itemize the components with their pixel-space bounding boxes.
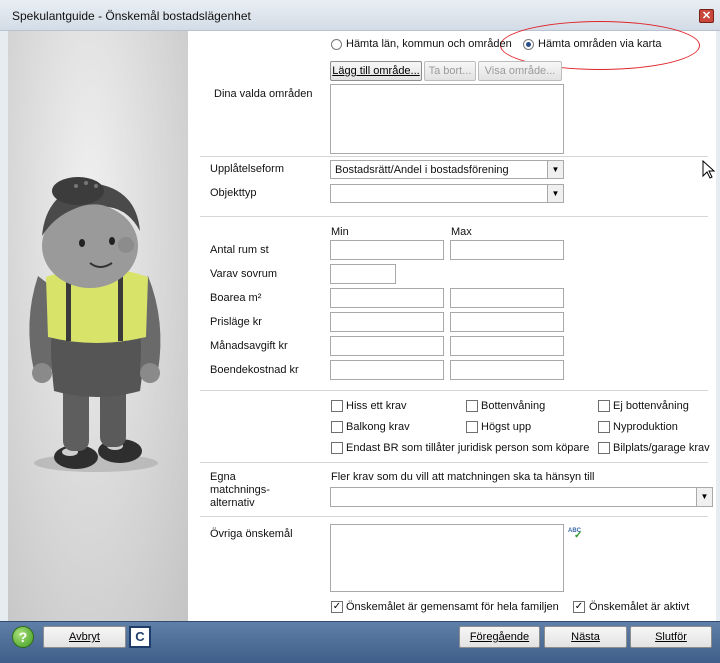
family-checkbox[interactable]: ✓ xyxy=(331,601,343,613)
finish-button[interactable]: Slutför xyxy=(630,626,712,648)
juridisk-person-label[interactable]: Endast BR som tillåter juridisk person s… xyxy=(346,442,589,454)
toy-figure-illustration xyxy=(29,177,161,472)
next-button[interactable]: Nästa xyxy=(544,626,627,648)
boarea-min-input[interactable] xyxy=(330,288,444,308)
objekttyp-select[interactable]: ▼ xyxy=(330,184,564,203)
bilplats-checkbox[interactable] xyxy=(598,442,610,454)
nyproduktion-checkbox[interactable] xyxy=(598,421,610,433)
active-label[interactable]: Önskemålet är aktivt xyxy=(589,601,689,613)
separator xyxy=(200,390,708,391)
manadsavgift-label: Månadsavgift kr xyxy=(210,340,288,352)
mouse-cursor-icon xyxy=(702,160,716,179)
window-border-left xyxy=(0,31,8,621)
prislage-label: Prisläge kr xyxy=(210,316,262,328)
boendekostnad-max-input[interactable] xyxy=(450,360,564,380)
nyproduktion-label[interactable]: Nyproduktion xyxy=(613,421,678,433)
window-title: Spekulantguide - Önskemål bostadslägenhe… xyxy=(12,9,251,23)
checkmark-icon: ✓ xyxy=(332,601,342,612)
close-icon[interactable]: ✕ xyxy=(699,9,714,23)
cancel-button[interactable]: Avbryt xyxy=(43,626,126,648)
separator xyxy=(200,462,708,463)
upplatelseform-value: Bostadsrätt/Andel i bostadsförening xyxy=(335,164,509,176)
bilplats-label[interactable]: Bilplats/garage krav xyxy=(613,442,710,454)
separator xyxy=(200,156,708,157)
radio-hamta-karta[interactable] xyxy=(523,39,534,50)
remove-area-button[interactable]: Ta bort... xyxy=(424,61,476,81)
checkmark-icon: ✓ xyxy=(574,601,584,612)
separator xyxy=(200,516,708,517)
radio-hamta-lan[interactable] xyxy=(331,39,342,50)
upplatelseform-label: Upplåtelseform xyxy=(210,163,284,175)
balkong-checkbox[interactable] xyxy=(331,421,343,433)
antal-rum-label: Antal rum st xyxy=(210,244,269,256)
help-icon[interactable]: ? xyxy=(12,626,34,648)
antal-rum-max-input[interactable] xyxy=(450,240,564,260)
spellcheck-icon[interactable]: ABC ✓ xyxy=(568,528,584,542)
family-label[interactable]: Önskemålet är gemensamt för hela familje… xyxy=(346,601,559,613)
boendekostnad-min-input[interactable] xyxy=(330,360,444,380)
ej-bottenvaning-label[interactable]: Ej bottenvåning xyxy=(613,400,689,412)
hogst-upp-label[interactable]: Högst upp xyxy=(481,421,531,433)
matching-label-line: matchnings- xyxy=(210,484,270,496)
ej-bottenvaning-checkbox[interactable] xyxy=(598,400,610,412)
matching-hint: Fler krav som du vill att matchningen sk… xyxy=(331,471,595,483)
balkong-label[interactable]: Balkong krav xyxy=(346,421,410,433)
chevron-down-icon[interactable]: ▼ xyxy=(547,161,563,178)
manadsavgift-min-input[interactable] xyxy=(330,336,444,356)
radio-hamta-karta-label[interactable]: Hämta områden via karta xyxy=(538,38,662,50)
boarea-label: Boarea m² xyxy=(210,292,262,304)
hiss-label[interactable]: Hiss ett krav xyxy=(346,400,407,412)
show-area-button[interactable]: Visa område... xyxy=(478,61,562,81)
hiss-checkbox[interactable] xyxy=(331,400,343,412)
radio-hamta-lan-label[interactable]: Hämta län, kommun och områden xyxy=(346,38,512,50)
other-wishes-textarea[interactable] xyxy=(330,524,564,592)
previous-button[interactable]: Föregående xyxy=(459,626,540,648)
matching-label-line: alternativ xyxy=(210,497,255,509)
antal-rum-min-input[interactable] xyxy=(330,240,444,260)
selected-areas-list[interactable] xyxy=(330,84,564,154)
varav-sovrum-input[interactable] xyxy=(330,264,396,284)
min-header: Min xyxy=(331,226,349,238)
boendekostnad-label: Boendekostnad kr xyxy=(210,364,299,376)
upplatelseform-select[interactable]: Bostadsrätt/Andel i bostadsförening ▼ xyxy=(330,160,564,179)
juridisk-person-checkbox[interactable] xyxy=(331,442,343,454)
check-icon: ✓ xyxy=(574,530,583,541)
matching-label: Egna matchnings- alternativ xyxy=(210,471,270,510)
chevron-down-icon[interactable]: ▼ xyxy=(696,488,712,506)
other-wishes-label: Övriga önskemål xyxy=(210,528,293,540)
active-checkbox[interactable]: ✓ xyxy=(573,601,585,613)
hogst-upp-checkbox[interactable] xyxy=(466,421,478,433)
toy-figure-image xyxy=(8,31,188,621)
add-area-button[interactable]: Lägg till område... xyxy=(330,61,422,81)
prislage-min-input[interactable] xyxy=(330,312,444,332)
varav-sovrum-label: Varav sovrum xyxy=(210,268,278,280)
prislage-max-input[interactable] xyxy=(450,312,564,332)
bottenvaning-label[interactable]: Bottenvåning xyxy=(481,400,545,412)
matching-select[interactable]: ▼ xyxy=(330,487,713,507)
bottenvaning-checkbox[interactable] xyxy=(466,400,478,412)
manadsavgift-max-input[interactable] xyxy=(450,336,564,356)
max-header: Max xyxy=(451,226,472,238)
window-border-right xyxy=(716,31,720,621)
boarea-max-input[interactable] xyxy=(450,288,564,308)
matching-label-line: Egna xyxy=(210,471,236,483)
chevron-down-icon[interactable]: ▼ xyxy=(547,185,563,202)
objekttyp-label: Objekttyp xyxy=(210,187,257,199)
c-icon[interactable]: C xyxy=(129,626,151,648)
separator xyxy=(200,216,708,217)
selected-areas-label: Dina valda områden xyxy=(214,88,313,100)
